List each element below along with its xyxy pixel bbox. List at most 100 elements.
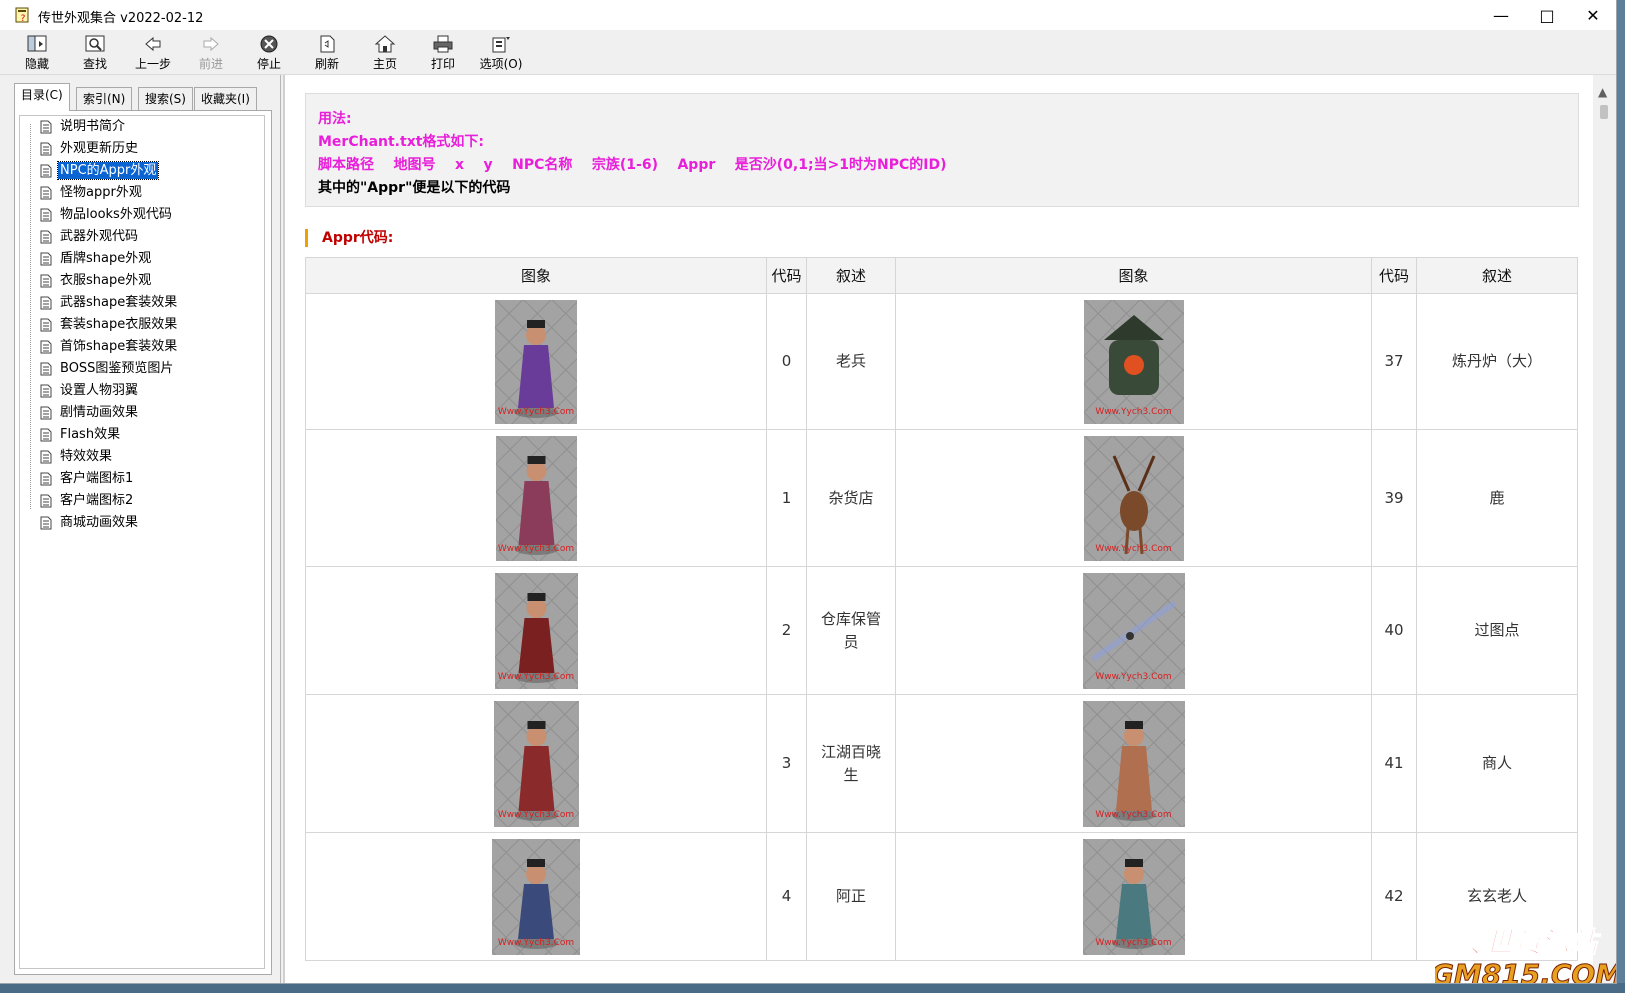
tree-item[interactable]: 盾牌shape外观 [20, 248, 264, 270]
image-watermark: Www.Yych3.Com [1095, 406, 1172, 417]
print-button[interactable]: 打印 [414, 32, 472, 72]
document-icon [40, 450, 52, 464]
document-icon [40, 472, 52, 486]
tree-item[interactable]: Flash效果 [20, 424, 264, 446]
toolbar: 隐藏 查找 上一步 前进 停止 刷新 主页 打印 选项(O) [0, 30, 1616, 75]
tree-item[interactable]: 设置人物羽翼 [20, 380, 264, 402]
document-icon [40, 340, 52, 354]
stop-button[interactable]: 停止 [240, 32, 298, 72]
code-cell: 1 [766, 429, 807, 567]
tree-item[interactable]: 客户端图标1 [20, 468, 264, 490]
hide-icon [27, 35, 47, 52]
description-cell: 过图点 [1416, 566, 1578, 695]
find-label: 查找 [82, 57, 107, 71]
tree-item-label: 武器shape套装效果 [60, 295, 178, 310]
forward-button[interactable]: 前进 [182, 32, 240, 72]
document-icon [40, 252, 52, 266]
header-code: 代码 [1371, 257, 1417, 294]
tree-item[interactable]: 客户端图标2 [20, 490, 264, 512]
tree-item[interactable]: 首饰shape套装效果 [20, 336, 264, 358]
header-image: 图象 [895, 257, 1372, 294]
npc-sprite-image: Www.Yych3.Com [495, 435, 577, 561]
table-row: Www.Yych3.Com 1 杂货店 Www.Yych3.Com 39 鹿 [305, 429, 1578, 567]
find-icon [85, 35, 105, 52]
usage-title: 用法: [318, 111, 352, 127]
table-row: Www.Yych3.Com 2 仓库保管员 Www.Yych3.Com 40 过图点 [305, 566, 1578, 695]
close-button[interactable]: ✕ [1570, 0, 1616, 30]
code-cell: 2 [766, 566, 807, 695]
options-button[interactable]: 选项(O) [472, 32, 530, 72]
table-row: Www.Yych3.Com 4 阿正 Www.Yych3.Com 42 玄玄老人 [305, 832, 1578, 961]
table-row: Www.Yych3.Com 3 江湖百晓生 Www.Yych3.Com 41 商人 [305, 694, 1578, 833]
image-cell: Www.Yych3.Com [895, 832, 1372, 961]
tree-item-label: 盾牌shape外观 [60, 251, 152, 266]
table-header-row: 图象 代码 叙述 图象 代码 叙述 [305, 257, 1578, 294]
image-watermark: Www.Yych3.Com [1095, 543, 1172, 554]
svg-text:?: ? [21, 14, 26, 24]
print-label: 打印 [430, 57, 455, 71]
code-cell: 4 [766, 832, 807, 961]
tree-item[interactable]: 武器shape套装效果 [20, 292, 264, 314]
home-button[interactable]: 主页 [356, 32, 414, 72]
tree-item[interactable]: 套装shape衣服效果 [20, 314, 264, 336]
scroll-up-icon[interactable]: ▲ [1598, 85, 1607, 99]
description-cell: 炼丹炉（大） [1416, 293, 1578, 430]
code-cell: 3 [766, 694, 807, 833]
site-watermark-line1: 传世资源站 [1457, 926, 1601, 959]
header-code: 代码 [766, 257, 807, 294]
description-cell: 老兵 [806, 293, 896, 430]
tab-favorites[interactable]: 收藏夹(I) [194, 87, 257, 110]
stop-icon [260, 35, 278, 53]
scroll-thumb[interactable] [1600, 105, 1608, 119]
tree-item[interactable]: NPC的Appr外观 [20, 160, 264, 182]
vertical-scrollbar[interactable]: ▲ [1593, 75, 1616, 983]
tab-index[interactable]: 索引(N) [76, 87, 133, 110]
image-watermark: Www.Yych3.Com [497, 543, 575, 554]
tree-item-label: 物品looks外观代码 [60, 207, 172, 222]
back-arrow-icon [145, 36, 161, 52]
tree-item-label: 武器外观代码 [60, 229, 139, 244]
help-window: ? 传世外观集合 v2022-02-12 — □ ✕ 隐藏 查找 上一步 前进 … [0, 0, 1617, 984]
tree-item[interactable]: BOSS图鉴预览图片 [20, 358, 264, 380]
description-cell: 阿正 [806, 832, 896, 961]
document-icon [40, 406, 52, 420]
tab-search[interactable]: 搜索(S) [138, 87, 193, 110]
image-watermark: Www.Yych3.Com [1095, 937, 1172, 948]
window-title: 传世外观集合 v2022-02-12 [38, 11, 204, 26]
topic-content: 用法: MerChant.txt格式如下: 脚本路径 地图号 x y NPC名称… [283, 75, 1595, 983]
tab-contents[interactable]: 目录(C) [14, 83, 70, 111]
document-icon [40, 164, 52, 178]
image-cell: Www.Yych3.Com [305, 566, 767, 695]
image-cell: Www.Yych3.Com [305, 429, 767, 567]
tree-item-label: NPC的Appr外观 [56, 161, 160, 180]
contents-panel: 说明书简介 外观更新历史 NPC的Appr外观怪物appr外观物品looks外观代码… [14, 110, 272, 975]
image-cell: Www.Yych3.Com [305, 832, 767, 961]
back-button[interactable]: 上一步 [124, 32, 182, 72]
tree-item[interactable]: 说明书简介 [20, 116, 264, 138]
refresh-button[interactable]: 刷新 [298, 32, 356, 72]
tree-list: 说明书简介 外观更新历史 NPC的Appr外观怪物appr外观物品looks外观代码… [20, 116, 264, 534]
code-cell: 39 [1371, 429, 1417, 567]
document-icon [40, 230, 52, 244]
hide-button[interactable]: 隐藏 [8, 32, 66, 72]
tree-item[interactable]: 剧情动画效果 [20, 402, 264, 424]
tree-item[interactable]: 物品looks外观代码 [20, 204, 264, 226]
maximize-button[interactable]: □ [1524, 0, 1570, 30]
title-bar: ? 传世外观集合 v2022-02-12 — □ ✕ [0, 0, 1616, 30]
tree-item[interactable]: 衣服shape外观 [20, 270, 264, 292]
forward-arrow-icon [203, 36, 219, 52]
tree-item[interactable]: 特效效果 [20, 446, 264, 468]
desktop-background [0, 983, 1625, 993]
options-label: 选项(O) [479, 57, 523, 71]
tree-item[interactable]: 商城动画效果 [20, 512, 264, 534]
image-watermark: Www.Yych3.Com [1095, 809, 1172, 820]
code-cell: 37 [1371, 293, 1417, 430]
tree-item[interactable]: 外观更新历史 [20, 138, 264, 160]
tree-item-label: 设置人物羽翼 [60, 383, 139, 398]
tree-item[interactable]: 怪物appr外观 [20, 182, 264, 204]
navigation-pane: 目录(C) 索引(N) 搜索(S) 收藏夹(I) 说明书简介 外观更新历史 NPC的… [0, 75, 281, 983]
minimize-button[interactable]: — [1478, 0, 1524, 30]
find-button[interactable]: 查找 [66, 32, 124, 72]
tree-item[interactable]: 武器外观代码 [20, 226, 264, 248]
npc-sprite-image: Www.Yych3.Com [1082, 838, 1185, 955]
